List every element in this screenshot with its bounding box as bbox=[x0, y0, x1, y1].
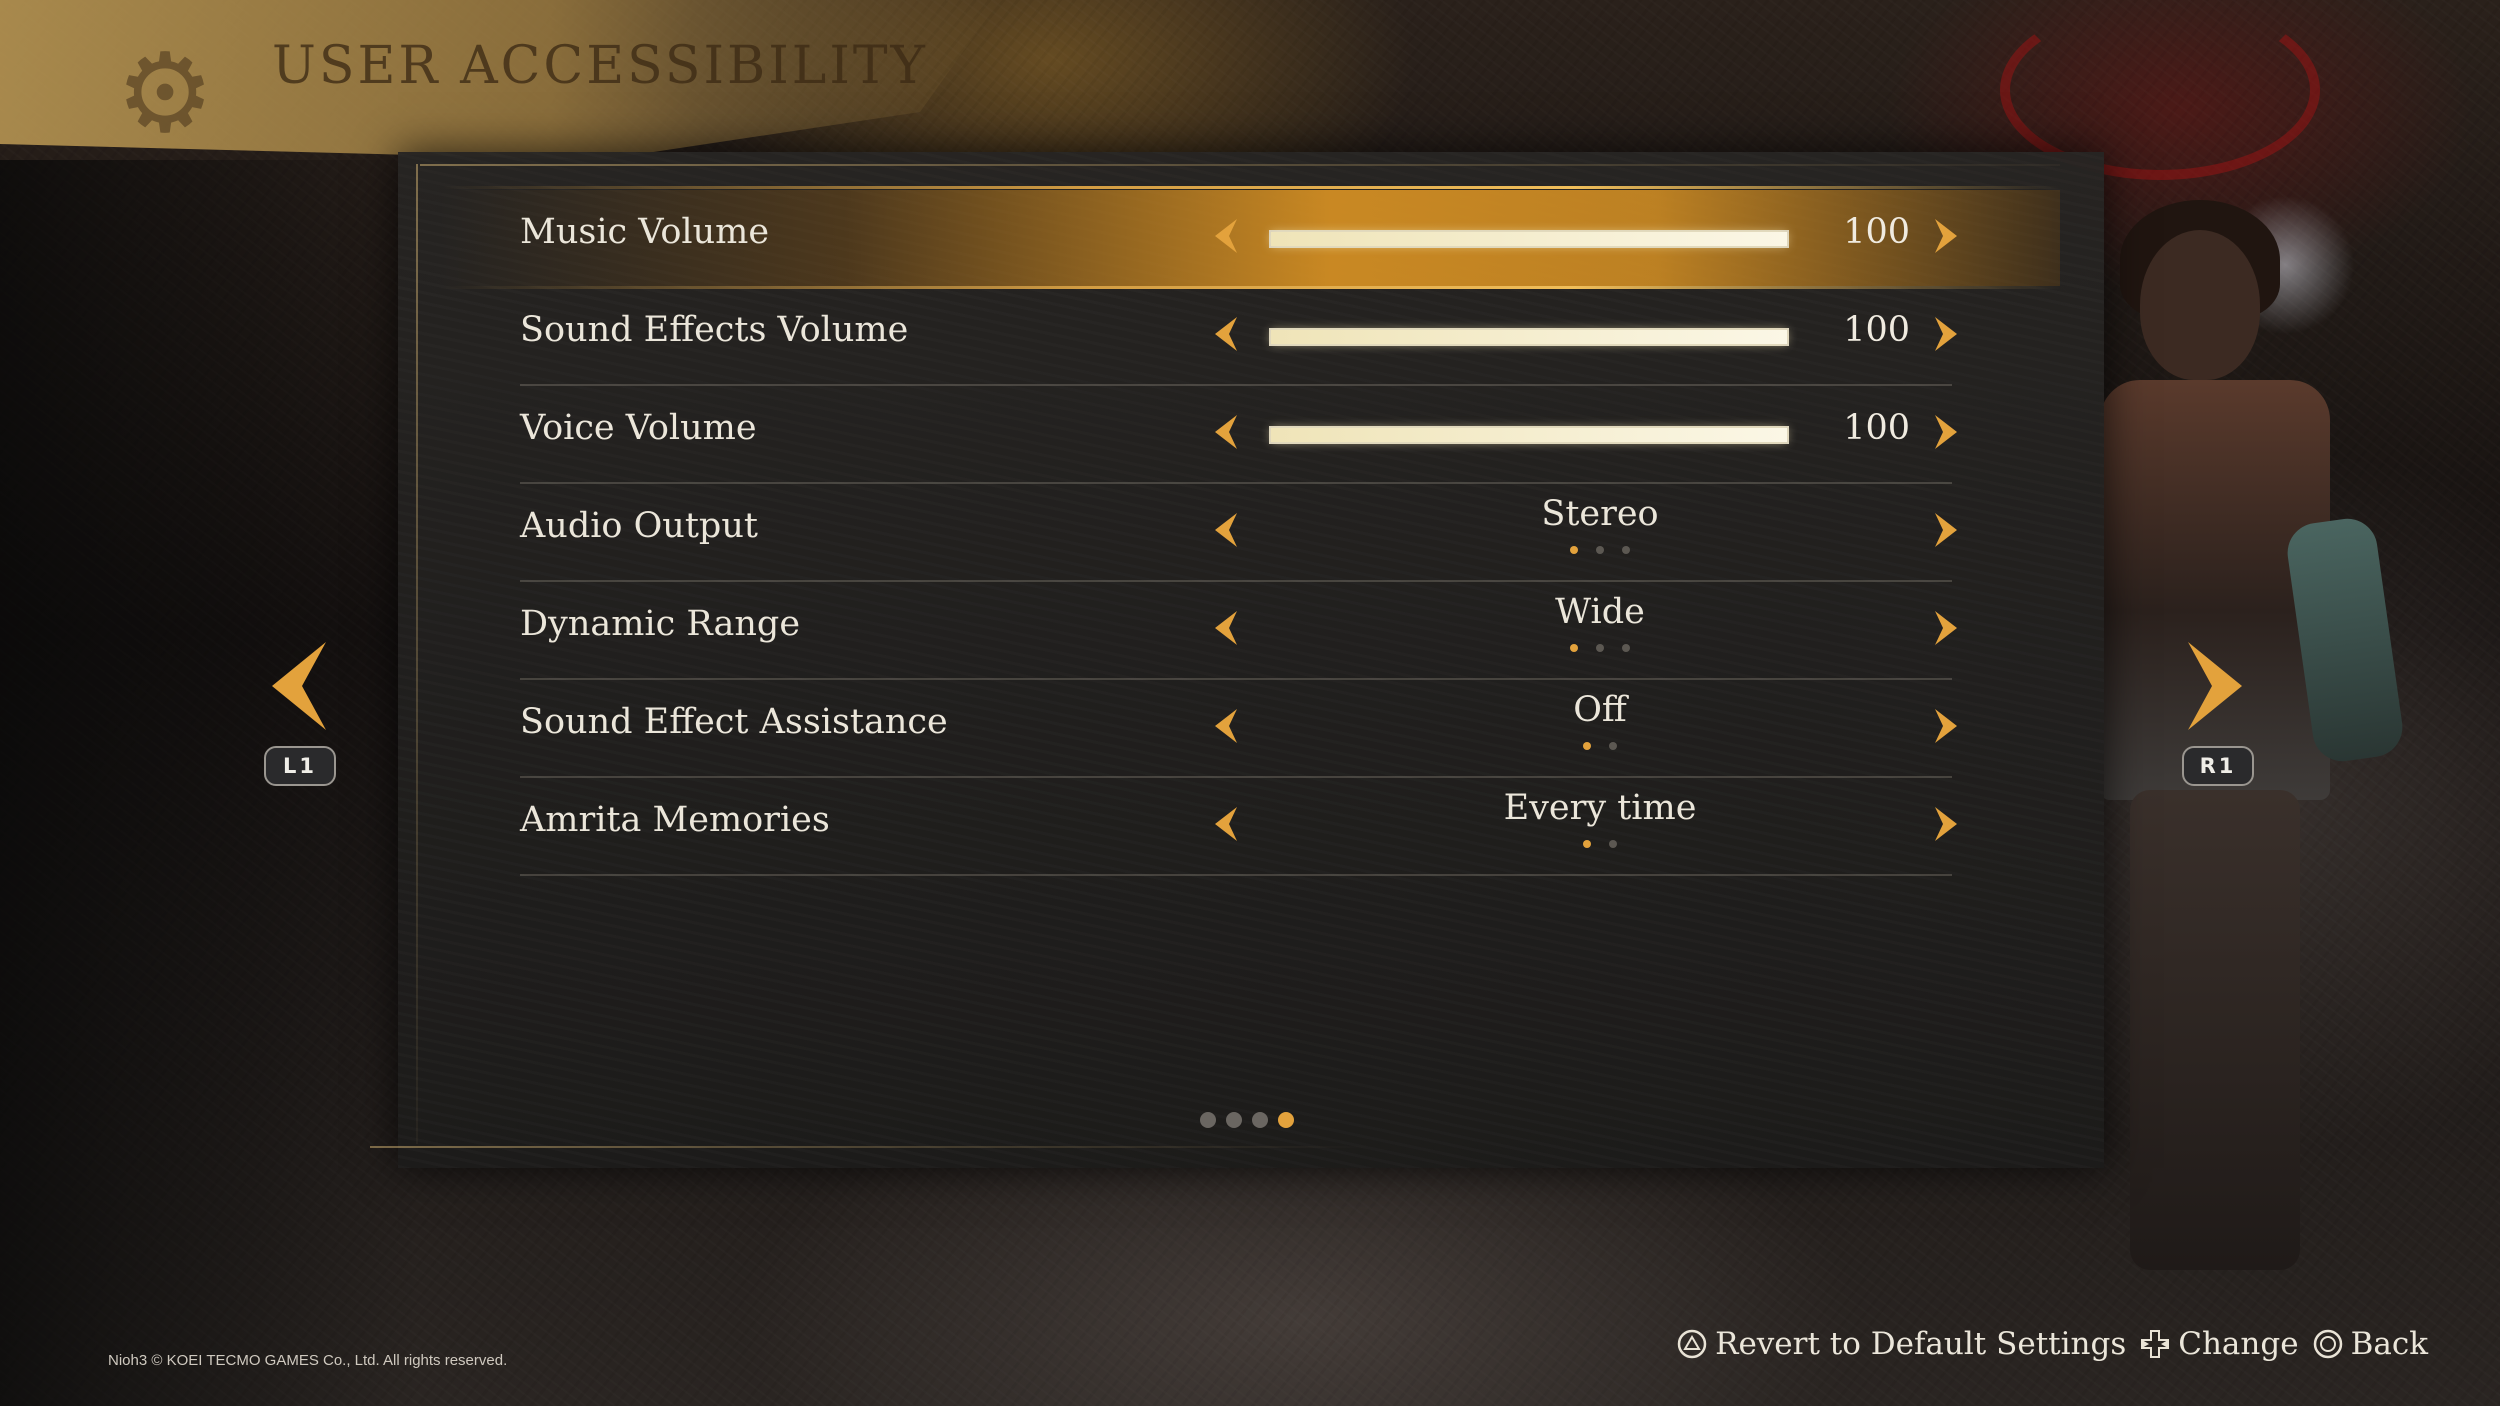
volume-slider[interactable] bbox=[1269, 328, 1789, 346]
back-hint[interactable]: Back bbox=[2313, 1326, 2428, 1362]
setting-label: Music Volume bbox=[520, 212, 770, 252]
dpad-icon bbox=[2140, 1329, 2170, 1359]
option-indicator bbox=[1280, 644, 1920, 652]
slider-fill bbox=[1271, 232, 1787, 246]
setting-row-voice-volume[interactable]: Voice Volume 100 bbox=[520, 386, 1957, 484]
option-dot bbox=[1609, 742, 1617, 750]
r1-button[interactable]: R1 bbox=[2182, 746, 2254, 786]
circle-button-icon bbox=[2313, 1329, 2343, 1359]
increase-arrow-icon[interactable] bbox=[1926, 796, 1966, 852]
setting-row-sound-effects-volume[interactable]: Sound Effects Volume 100 bbox=[520, 288, 1957, 386]
slider-value: 100 bbox=[1843, 310, 1910, 350]
decrease-arrow-icon[interactable] bbox=[1206, 600, 1246, 656]
option-dot bbox=[1596, 546, 1604, 554]
page-dot bbox=[1226, 1112, 1242, 1128]
setting-label: Voice Volume bbox=[520, 408, 757, 448]
option-indicator bbox=[1280, 546, 1920, 554]
panel-border-bottom bbox=[370, 1146, 1370, 1148]
setting-row-dynamic-range[interactable]: Dynamic Range Wide bbox=[520, 582, 1957, 680]
left-shade bbox=[0, 160, 420, 1406]
increase-arrow-icon[interactable] bbox=[1926, 502, 1966, 558]
page-dot bbox=[1278, 1112, 1294, 1128]
page-title: USER ACCESSIBILITY bbox=[272, 36, 928, 96]
button-hints: Revert to Default Settings Change Back bbox=[1677, 1326, 2428, 1362]
l1-button[interactable]: L1 bbox=[264, 746, 336, 786]
option-dot bbox=[1570, 546, 1578, 554]
volume-slider[interactable] bbox=[1269, 426, 1789, 444]
setting-label: Dynamic Range bbox=[520, 604, 801, 644]
decrease-arrow-icon[interactable] bbox=[1206, 502, 1246, 558]
decrease-arrow-icon[interactable] bbox=[1206, 698, 1246, 754]
character-legs bbox=[2130, 790, 2300, 1270]
option-dot bbox=[1609, 840, 1617, 848]
setting-row-sound-effect-assistance[interactable]: Sound Effect Assistance Off bbox=[520, 680, 1957, 778]
setting-label: Audio Output bbox=[520, 506, 758, 546]
option-dot bbox=[1583, 840, 1591, 848]
option-dot bbox=[1622, 644, 1630, 652]
slider-fill bbox=[1271, 330, 1787, 344]
option-indicator bbox=[1280, 840, 1920, 848]
revert-defaults-label: Revert to Default Settings bbox=[1715, 1326, 2127, 1362]
increase-arrow-icon[interactable] bbox=[1926, 404, 1966, 460]
setting-row-amrita-memories[interactable]: Amrita Memories Every time bbox=[520, 778, 1957, 876]
slider-fill bbox=[1271, 428, 1787, 442]
option-value: Wide bbox=[1555, 592, 1645, 632]
slider-value: 100 bbox=[1843, 408, 1910, 448]
setting-label: Sound Effects Volume bbox=[520, 310, 909, 350]
slider-value: 100 bbox=[1843, 212, 1910, 252]
increase-arrow-icon[interactable] bbox=[1926, 306, 1966, 362]
increase-arrow-icon[interactable] bbox=[1926, 698, 1966, 754]
option-indicator bbox=[1280, 742, 1920, 750]
option-dot bbox=[1570, 644, 1578, 652]
increase-arrow-icon[interactable] bbox=[1926, 600, 1966, 656]
decrease-arrow-icon[interactable] bbox=[1206, 306, 1246, 362]
back-label: Back bbox=[2350, 1326, 2428, 1362]
next-page-arrow-icon[interactable] bbox=[2180, 636, 2250, 736]
decrease-arrow-icon[interactable] bbox=[1206, 208, 1246, 264]
setting-row-music-volume[interactable]: Music Volume 100 bbox=[440, 186, 2060, 289]
page-indicator bbox=[1200, 1112, 1294, 1128]
character-figure bbox=[2100, 190, 2407, 1290]
prev-page-arrow-icon[interactable] bbox=[264, 636, 334, 736]
change-label: Change bbox=[2178, 1326, 2299, 1362]
gear-icon: ⚙ bbox=[115, 29, 215, 157]
panel-border-left bbox=[416, 164, 418, 1144]
option-value: Every time bbox=[1503, 788, 1697, 828]
copyright-text: Nioh3 © KOEI TECMO GAMES Co., Ltd. All r… bbox=[108, 1352, 508, 1369]
option-dot bbox=[1622, 546, 1630, 554]
volume-slider[interactable] bbox=[1269, 230, 1789, 248]
option-dot bbox=[1583, 742, 1591, 750]
change-hint[interactable]: Change bbox=[2140, 1326, 2299, 1362]
increase-arrow-icon[interactable] bbox=[1926, 208, 1966, 264]
decrease-arrow-icon[interactable] bbox=[1206, 796, 1246, 852]
page-dot bbox=[1200, 1112, 1216, 1128]
setting-row-audio-output[interactable]: Audio Output Stereo bbox=[520, 484, 1957, 582]
panel-border-top bbox=[420, 164, 2060, 166]
setting-label: Sound Effect Assistance bbox=[520, 702, 948, 742]
triangle-button-icon bbox=[1677, 1329, 1707, 1359]
option-value: Stereo bbox=[1541, 494, 1659, 534]
decrease-arrow-icon[interactable] bbox=[1206, 404, 1246, 460]
character-head bbox=[2140, 230, 2260, 380]
revert-defaults-hint[interactable]: Revert to Default Settings bbox=[1677, 1326, 2126, 1362]
setting-label: Amrita Memories bbox=[520, 800, 830, 840]
option-value: Off bbox=[1573, 690, 1627, 730]
page-dot bbox=[1252, 1112, 1268, 1128]
option-dot bbox=[1596, 644, 1604, 652]
